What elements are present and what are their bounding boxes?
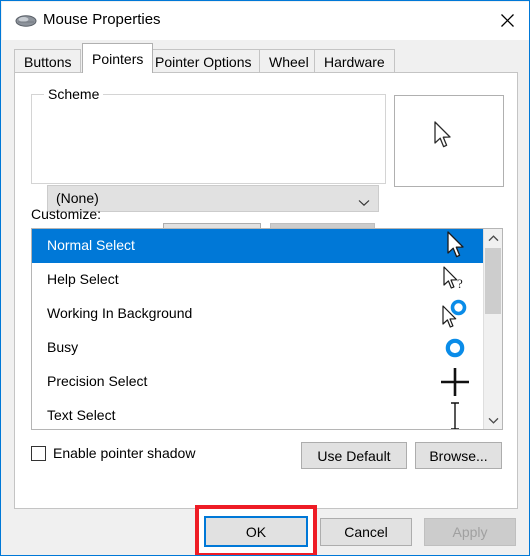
tab-hardware[interactable]: Hardware	[314, 49, 395, 73]
pointer-list-rows: Normal Select Help Select ? Working In B…	[32, 229, 484, 429]
scrollbar-up-button[interactable]	[484, 229, 502, 247]
apply-label: Apply	[452, 524, 488, 540]
list-item-label: Help Select	[47, 271, 119, 287]
window-title: Mouse Properties	[43, 11, 161, 28]
scrollbar-down-button[interactable]	[484, 411, 502, 429]
cancel-label: Cancel	[344, 524, 388, 540]
cancel-button[interactable]: Cancel	[320, 518, 412, 546]
scheme-selected-value: (None)	[56, 190, 99, 206]
tab-label: Wheel	[269, 53, 309, 70]
pointers-tab-page: Scheme (None) Save As... Delete C	[14, 72, 518, 509]
scheme-group-title: Scheme	[44, 86, 104, 102]
tab-pointers[interactable]: Pointers	[82, 43, 154, 73]
browse-button[interactable]: Browse...	[415, 442, 502, 469]
chevron-down-icon	[358, 194, 370, 212]
use-default-button[interactable]: Use Default	[301, 442, 407, 469]
mouse-properties-dialog: Mouse Properties Buttons Pointers Pointe…	[0, 0, 530, 556]
tab-label: Pointer Options	[155, 53, 252, 70]
arrow-busy-cursor-icon	[438, 297, 472, 331]
list-item-busy[interactable]: Busy	[32, 331, 484, 365]
pointer-list[interactable]: Normal Select Help Select ? Working In B…	[31, 228, 503, 430]
chevron-up-icon	[488, 234, 498, 241]
ok-label: OK	[245, 523, 267, 540]
tab-pointer-options[interactable]: Pointer Options	[145, 49, 262, 73]
mouse-icon	[15, 14, 37, 28]
browse-label: Browse...	[429, 447, 488, 464]
list-item-help-select[interactable]: Help Select ?	[32, 263, 484, 297]
tab-label: Pointers	[92, 50, 144, 67]
crosshair-cursor-icon	[438, 365, 472, 399]
customize-label: Customize:	[31, 206, 102, 222]
pointer-preview-box	[394, 95, 504, 187]
list-item-label: Busy	[47, 339, 79, 355]
list-item-normal-select[interactable]: Normal Select	[32, 229, 484, 263]
list-item-label: Precision Select	[47, 373, 148, 389]
scrollbar-thumb[interactable]	[485, 248, 501, 314]
tab-wheel[interactable]: Wheel	[259, 49, 319, 73]
scheme-groupbox: Scheme	[31, 86, 386, 184]
busy-ring-cursor-icon	[438, 331, 472, 365]
list-item-text-select[interactable]: Text Select	[32, 399, 484, 429]
chevron-down-icon	[488, 417, 498, 424]
ok-button[interactable]: OK	[204, 516, 308, 547]
close-button[interactable]	[484, 2, 529, 39]
close-icon	[500, 14, 514, 27]
svg-text:?: ?	[457, 276, 463, 291]
pointer-list-scrollbar[interactable]	[483, 229, 502, 429]
enable-pointer-shadow-checkbox[interactable]	[31, 445, 46, 461]
list-item-label: Working In Background	[47, 305, 193, 321]
arrow-cursor-icon	[433, 121, 455, 151]
enable-pointer-shadow-row[interactable]: Enable pointer shadow	[31, 445, 195, 461]
arrow-question-cursor-icon: ?	[438, 263, 472, 297]
tab-label: Hardware	[324, 53, 385, 70]
apply-button[interactable]: Apply	[424, 518, 516, 546]
list-item-precision-select[interactable]: Precision Select	[32, 365, 484, 399]
tab-strip: Buttons Pointers Pointer Options Wheel H…	[2, 40, 529, 73]
title-bar: Mouse Properties	[2, 2, 529, 40]
enable-pointer-shadow-label: Enable pointer shadow	[53, 445, 196, 461]
use-default-label: Use Default	[317, 447, 391, 464]
ibeam-cursor-icon	[438, 399, 472, 429]
list-item-working-in-background[interactable]: Working In Background	[32, 297, 484, 331]
tab-label: Buttons	[24, 53, 72, 70]
list-item-label: Normal Select	[47, 237, 135, 253]
list-item-label: Text Select	[47, 407, 116, 423]
tab-buttons[interactable]: Buttons	[14, 49, 82, 73]
arrow-cursor-icon	[438, 229, 472, 263]
